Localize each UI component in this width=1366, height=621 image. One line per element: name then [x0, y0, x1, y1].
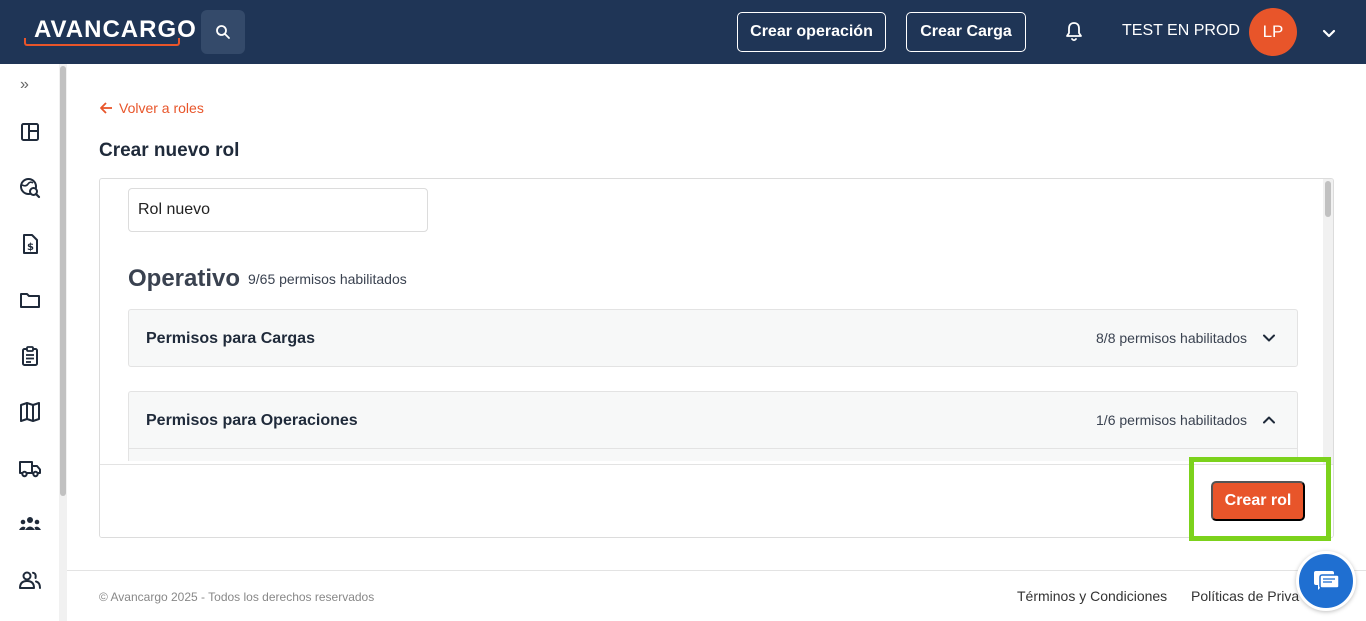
permission-group-count: 1/6 permisos habilitados	[1096, 412, 1247, 428]
terms-link[interactable]: Términos y Condiciones	[1017, 588, 1167, 604]
top-navbar: AVANCARGO Crear operación Crear Carga TE…	[0, 0, 1366, 64]
page-title: Crear nuevo rol	[99, 140, 240, 161]
sidebar: » $	[0, 64, 60, 621]
section-permission-count: 9/65 permisos habilitados	[248, 271, 407, 287]
users-icon[interactable]	[18, 568, 42, 592]
permission-group-count: 8/8 permisos habilitados	[1096, 330, 1247, 346]
map-icon[interactable]	[18, 400, 42, 424]
role-name-input[interactable]	[128, 188, 428, 232]
permission-group-cargas[interactable]: Permisos para Cargas 8/8 permisos habili…	[128, 309, 1298, 367]
group-icon[interactable]	[18, 512, 42, 536]
chat-icon	[1314, 571, 1340, 590]
arrow-left-icon	[100, 102, 112, 114]
permission-group-operaciones[interactable]: Permisos para Operaciones 1/6 permisos h…	[128, 391, 1298, 461]
page-footer: © Avancargo 2025 - Todos los derechos re…	[67, 570, 1366, 621]
user-name[interactable]: TEST EN PROD	[1122, 22, 1240, 40]
logo-underline	[24, 38, 180, 46]
create-role-button[interactable]: Crear rol	[1211, 481, 1305, 521]
expand-sidebar-button[interactable]: »	[20, 76, 29, 94]
privacy-link[interactable]: Políticas de Priva	[1191, 588, 1299, 604]
sidebar-scrollbar-thumb[interactable]	[60, 66, 66, 496]
truck-icon[interactable]	[18, 456, 42, 480]
invoice-icon[interactable]: $	[18, 232, 42, 256]
search-icon	[216, 25, 230, 39]
search-button[interactable]	[201, 10, 245, 54]
copyright-text: © Avancargo 2025 - Todos los derechos re…	[99, 590, 375, 604]
avatar[interactable]: LP	[1249, 8, 1297, 56]
chevron-down-icon[interactable]	[1320, 24, 1338, 42]
globe-search-icon[interactable]	[18, 176, 42, 200]
create-operation-button[interactable]: Crear operación	[737, 12, 886, 52]
clipboard-icon[interactable]	[18, 344, 42, 368]
card-footer	[100, 464, 1333, 537]
dashboard-icon[interactable]	[18, 120, 42, 144]
create-load-button[interactable]: Crear Carga	[906, 12, 1026, 52]
permission-group-label: Permisos para Cargas	[146, 330, 315, 347]
chevron-up-icon[interactable]	[1261, 412, 1277, 428]
chevron-down-icon[interactable]	[1261, 330, 1277, 346]
avancargo-logo[interactable]: AVANCARGO	[24, 14, 196, 46]
svg-text:$: $	[27, 242, 34, 253]
section-title: Operativo	[128, 265, 241, 292]
back-link-label: Volver a roles	[119, 100, 204, 116]
chat-button[interactable]	[1296, 551, 1356, 611]
folder-icon[interactable]	[18, 288, 42, 312]
create-role-card: Operativo 9/65 permisos habilitados Perm…	[99, 178, 1334, 538]
card-scrollbar[interactable]	[1323, 179, 1333, 465]
back-to-roles-link[interactable]: Volver a roles	[99, 100, 204, 116]
permission-group-divider	[129, 448, 1297, 449]
bell-icon[interactable]	[1062, 20, 1086, 44]
sidebar-scrollbar[interactable]	[59, 64, 67, 621]
card-scrollbar-thumb[interactable]	[1325, 181, 1331, 217]
permission-group-label: Permisos para Operaciones	[146, 412, 358, 429]
